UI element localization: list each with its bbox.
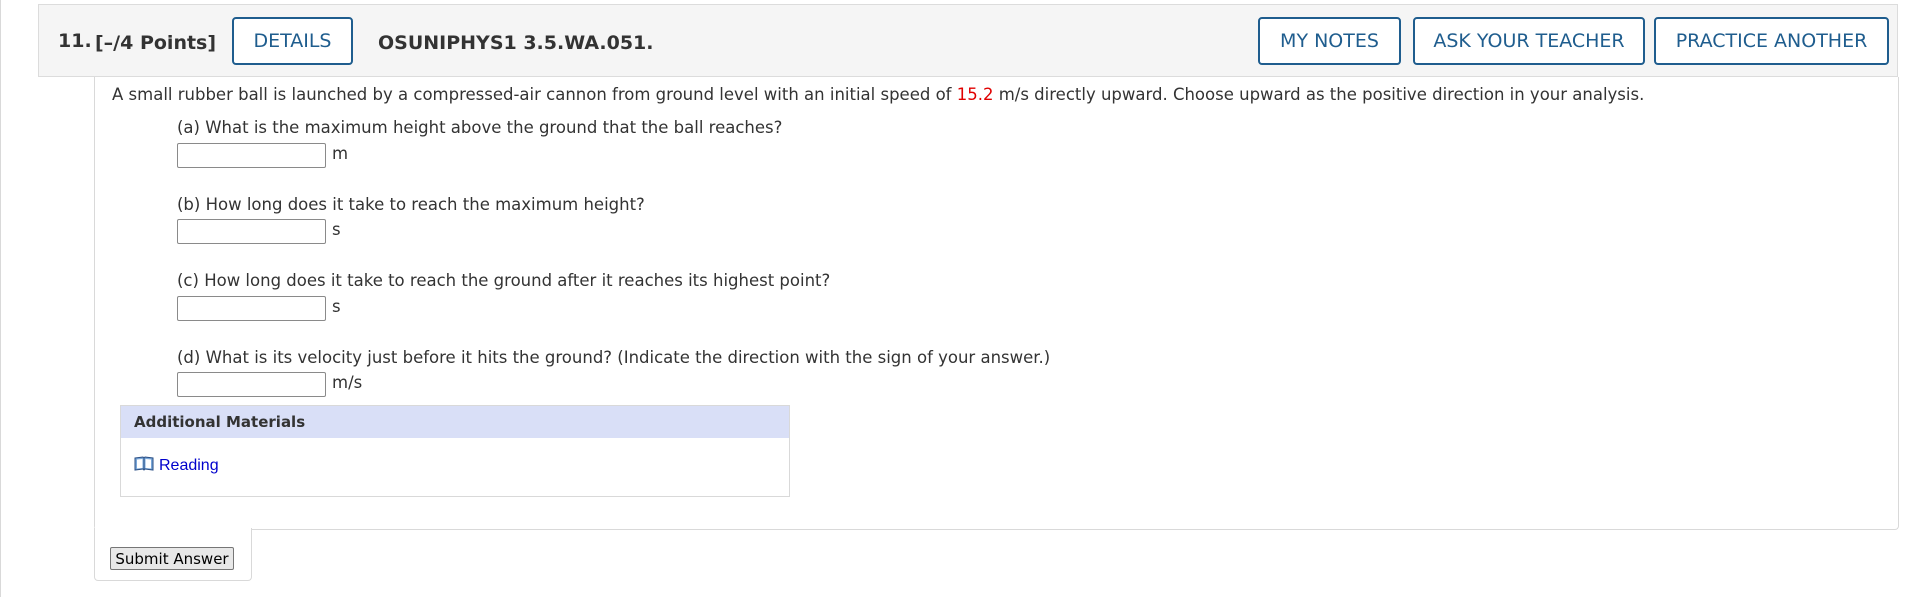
page-left-border (0, 0, 1, 597)
part-a-unit: m (332, 144, 349, 163)
part-a-question: (a) What is the maximum height above the… (177, 118, 783, 137)
question-prompt: A small rubber ball is launched by a com… (112, 85, 1645, 104)
part-c-unit: s (332, 297, 341, 316)
part-b-question: (b) How long does it take to reach the m… (177, 195, 645, 214)
part-d-question: (d) What is its velocity just before it … (177, 348, 1051, 367)
part-c-question: (c) How long does it take to reach the g… (177, 271, 831, 290)
part-b-answer-input[interactable] (177, 219, 326, 244)
part-d-unit: m/s (332, 373, 363, 392)
reading-link[interactable]: Reading (159, 457, 219, 475)
initial-speed-value: 15.2 (956, 85, 994, 104)
question-points: [–/4 Points] (95, 32, 217, 54)
question-code: OSUNIPHYS1 3.5.WA.051. (378, 32, 654, 54)
additional-materials-header: Additional Materials (121, 406, 789, 438)
part-d-answer-input[interactable] (177, 372, 326, 397)
part-b-unit: s (332, 220, 341, 239)
book-icon (134, 456, 154, 471)
question-number: 11. (58, 30, 92, 52)
part-c-answer-input[interactable] (177, 296, 326, 321)
details-button[interactable]: DETAILS (232, 17, 353, 65)
my-notes-button[interactable]: MY NOTES (1258, 17, 1401, 65)
question-header: 11. [–/4 Points] DETAILS OSUNIPHYS1 3.5.… (38, 4, 1898, 77)
additional-materials-title: Additional Materials (134, 413, 306, 431)
ask-your-teacher-button[interactable]: ASK YOUR TEACHER (1413, 17, 1645, 65)
submit-answer-button[interactable]: Submit Answer (110, 547, 234, 570)
part-a-answer-input[interactable] (177, 143, 326, 168)
additional-materials-panel: Additional Materials Reading (120, 405, 790, 497)
practice-another-button[interactable]: PRACTICE ANOTHER (1654, 17, 1889, 65)
